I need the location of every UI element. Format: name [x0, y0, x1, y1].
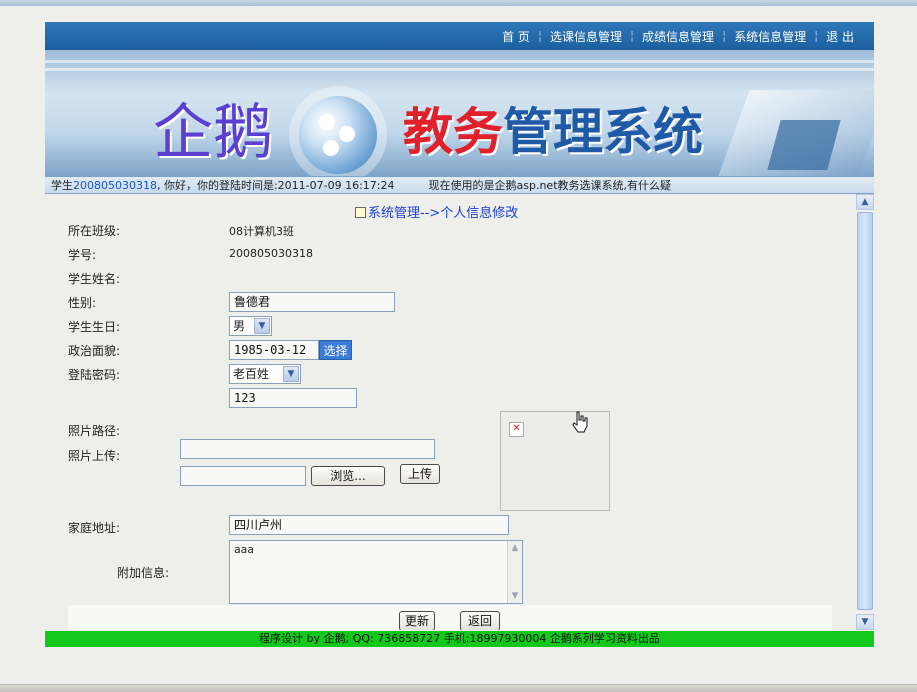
- hand-cursor-icon: [572, 411, 588, 433]
- page-frame: 首 页 ¦ 选课信息管理 ¦ 成绩信息管理 ¦ 系统信息管理 ¦ 退 出 企鹅 …: [45, 22, 874, 647]
- scroll-thumb[interactable]: [857, 212, 873, 610]
- logo-orb-icon: [299, 96, 377, 174]
- upload-button[interactable]: 上传: [400, 464, 440, 484]
- breadcrumb-text: 系统管理-->个人信息修改: [368, 206, 519, 221]
- photo-upload-label: 照片上传:: [68, 449, 121, 463]
- scroll-up-icon[interactable]: ▲: [856, 194, 874, 210]
- logo-text-penguin: 企鹅: [153, 98, 273, 168]
- banner-stripe: [45, 60, 874, 63]
- gender-label: 性别:: [68, 296, 97, 310]
- edit-icon: [355, 207, 366, 218]
- politics-label: 政治面貌:: [68, 344, 121, 358]
- orb-dot: [339, 126, 355, 142]
- browse-button[interactable]: 浏览...: [311, 466, 385, 486]
- update-button[interactable]: 更新: [399, 611, 435, 630]
- form-action-bar: 更新 返回: [68, 605, 832, 630]
- logo-title-red: 教务: [403, 102, 503, 161]
- header-banner: 企鹅 教务管理系统: [45, 50, 874, 176]
- window-top-edge: [0, 0, 917, 6]
- login-status-bar: 学生200805030318, 你好，你的登陆时间是:2011-07-09 16…: [45, 176, 874, 194]
- password-label: 登陆密码:: [68, 368, 121, 382]
- scroll-up-icon[interactable]: ▲: [508, 541, 522, 555]
- student-name-input[interactable]: 鲁德君: [229, 292, 395, 312]
- orb-dot: [323, 140, 339, 156]
- status-student-id[interactable]: 200805030318: [73, 179, 157, 192]
- photo-preview: ✕: [500, 411, 610, 511]
- nav-grades[interactable]: 成绩信息管理: [634, 28, 722, 45]
- chevron-down-icon: ▼: [254, 318, 270, 334]
- photo-path-label: 照片路径:: [68, 424, 121, 438]
- gender-select[interactable]: 男 ▼: [229, 316, 272, 336]
- gender-selected: 男: [233, 319, 246, 333]
- logo-title-blue: 管理系统: [503, 102, 703, 161]
- back-button[interactable]: 返回: [460, 611, 500, 630]
- photo-path-input[interactable]: [180, 439, 435, 459]
- nav-system[interactable]: 系统信息管理: [726, 28, 814, 45]
- chevron-down-icon: ▼: [283, 366, 299, 382]
- politics-select[interactable]: 老百姓 ▼: [229, 364, 301, 384]
- page-scrollbar[interactable]: ▲ ▼: [856, 194, 874, 630]
- address-input[interactable]: 四川卢州: [229, 515, 509, 535]
- student-name-label: 学生姓名:: [68, 272, 121, 286]
- nav-home[interactable]: 首 页: [494, 28, 538, 45]
- breadcrumb[interactable]: 系统管理-->个人信息修改: [355, 202, 518, 221]
- politics-selected: 老百姓: [233, 367, 270, 381]
- status-prefix: 学生: [51, 179, 73, 192]
- student-id-value: 200805030318: [229, 247, 313, 260]
- textarea-scrollbar[interactable]: ▲ ▼: [507, 541, 522, 603]
- footer-credits: 程序设计 by 企鹅; QQ: 736858727 手机:18997930004…: [45, 631, 874, 647]
- nav-logout[interactable]: 退 出: [818, 28, 862, 45]
- status-greeting: , 你好，你的登陆时间是:2011-07-09 16:17:24: [156, 179, 395, 192]
- broken-image-icon: ✕: [509, 422, 524, 437]
- top-nav: 首 页 ¦ 选课信息管理 ¦ 成绩信息管理 ¦ 系统信息管理 ¦ 退 出: [45, 22, 874, 50]
- main-content: 系统管理-->个人信息修改 所在班级: 08计算机3班 学号: 20080503…: [45, 194, 874, 630]
- scroll-down-icon[interactable]: ▼: [508, 589, 522, 603]
- birthday-label: 学生生日:: [68, 320, 121, 334]
- class-value: 08计算机3班: [229, 225, 294, 238]
- extra-info-text: aaa: [234, 543, 254, 556]
- birthday-input[interactable]: 1985-03-12: [229, 340, 319, 360]
- nav-course-selection[interactable]: 选课信息管理: [542, 28, 630, 45]
- logo-system-title: 教务管理系统: [403, 92, 703, 164]
- class-label: 所在班级:: [68, 224, 121, 238]
- extra-info-label: 附加信息:: [117, 566, 170, 580]
- status-notice: 现在使用的是企鹅asp.net教务选课系统,有什么疑: [428, 179, 672, 192]
- student-id-label: 学号:: [68, 248, 97, 262]
- banner-stripe: [45, 68, 874, 71]
- date-pick-button[interactable]: 选择: [319, 340, 352, 360]
- password-input[interactable]: 123: [229, 388, 357, 408]
- photo-file-input[interactable]: [180, 466, 306, 486]
- address-label: 家庭地址:: [68, 521, 121, 535]
- scroll-down-icon[interactable]: ▼: [856, 614, 874, 630]
- orb-dot: [319, 114, 335, 130]
- extra-info-textarea[interactable]: aaa ▲ ▼: [229, 540, 523, 604]
